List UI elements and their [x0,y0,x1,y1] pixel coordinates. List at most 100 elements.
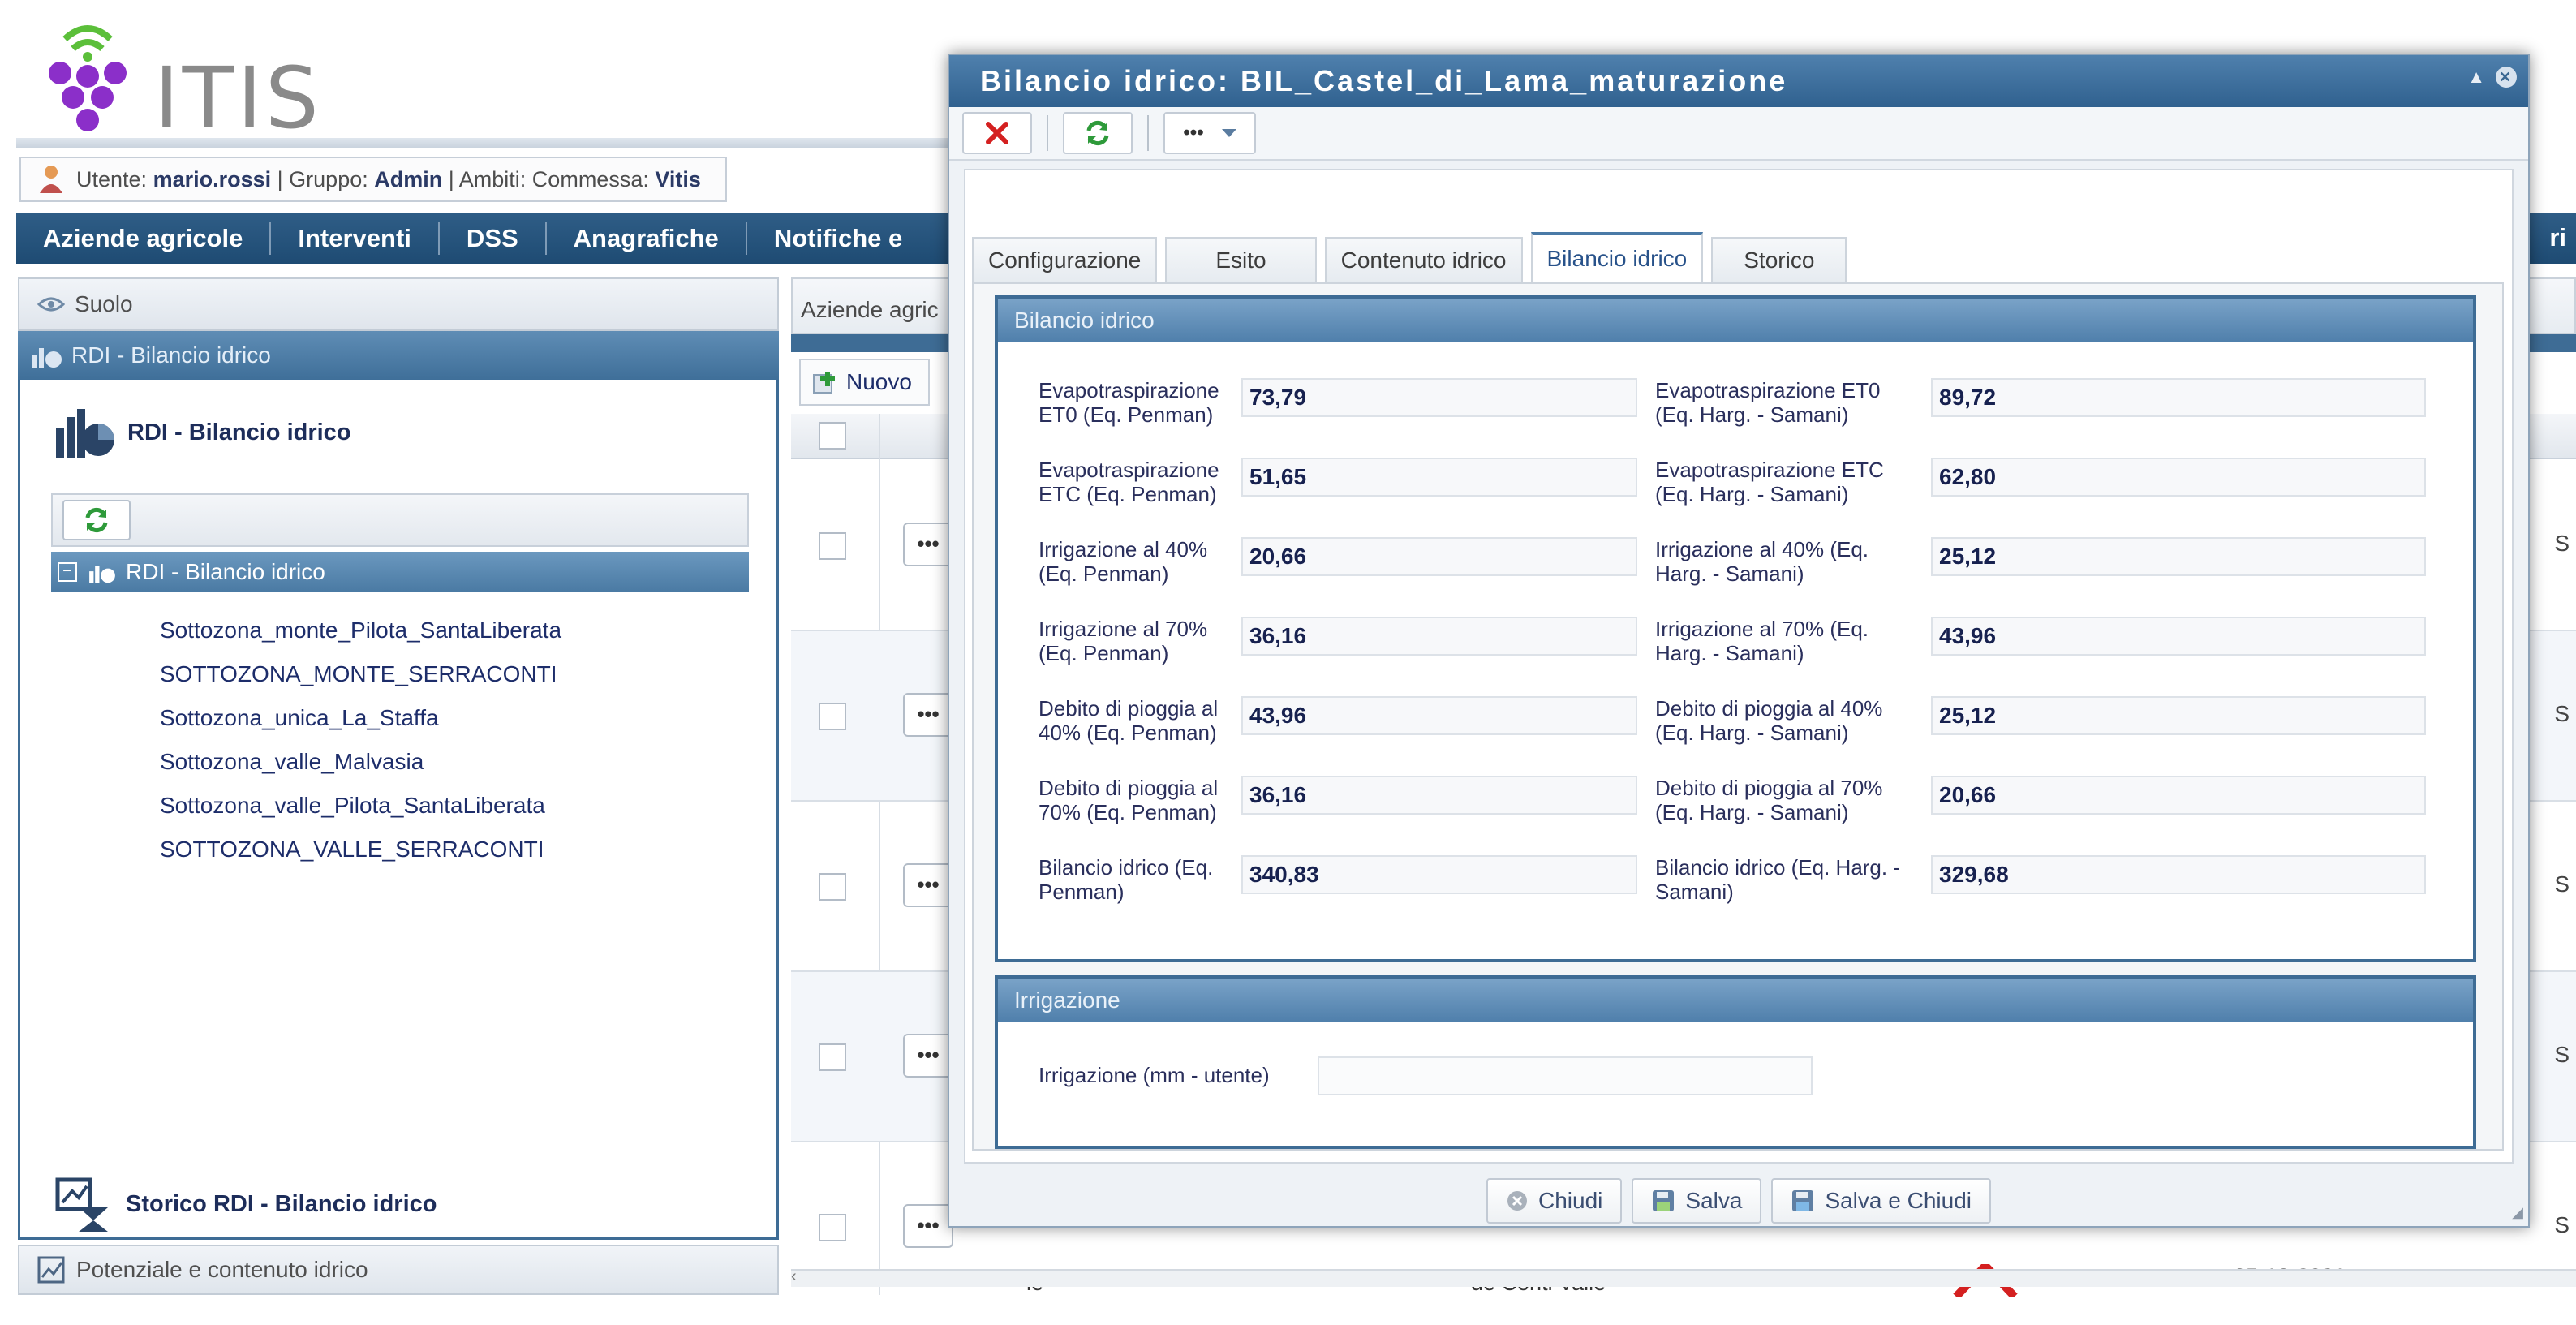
irrigation-70-harg-field[interactable]: 43,96 [1931,617,2426,656]
rain-debt-70-penman-field[interactable]: 36,16 [1241,776,1637,815]
irrigation-fieldset: Irrigazione Irrigazione (mm - utente) [995,975,2476,1149]
nav-notifiche[interactable]: Notifiche e [747,222,929,255]
row-actions-button[interactable]: ••• [903,693,953,737]
row-checkbox[interactable] [819,532,846,560]
history-link[interactable]: Storico RDI - Bilancio idrico [54,1175,437,1233]
horizontal-scrollbar[interactable]: ‹ [791,1267,2576,1287]
tree-item[interactable]: Sottozona_valle_Pilota_SantaLiberata [160,784,561,828]
nav-aziende-agricole[interactable]: Aziende agricole [16,222,272,255]
group-label: | Gruppo: [277,166,368,191]
cell-edge-text: S [2554,871,2570,897]
scope-name: Vitis [655,166,701,191]
left-panel: Suolo RDI - Bilancio idrico RDI - Bilanc… [18,277,779,1295]
field-label: Debito di pioggia al 40% (Eq. Penman) [1039,696,1219,745]
close-window-icon[interactable]: ✕ [2496,67,2517,88]
rain-debt-70-harg-field[interactable]: 20,66 [1931,776,2426,815]
nav-anagrafiche[interactable]: Anagrafiche [547,222,747,255]
et0-harg-samani-field[interactable]: 89,72 [1931,378,2426,417]
row-actions-button[interactable]: ••• [903,863,953,907]
close-button-label: Chiudi [1538,1188,1603,1213]
accordion-potenziale[interactable]: Potenziale e contenuto idrico [18,1245,779,1295]
field-row: Debito di pioggia al 70% (Eq. Penman) 36… [998,769,2473,849]
tree-item[interactable]: SOTTOZONA_VALLE_SERRACONTI [160,828,561,871]
field-row: Evapotraspirazione ET0 (Eq. Penman) 73,7… [998,372,2473,451]
field-label: Evapotraspirazione ETC (Eq. Harg. - Sama… [1655,458,1884,506]
save-button-label: Salva [1685,1188,1743,1213]
header-band [16,138,957,148]
toolbar-separator [1047,115,1048,151]
balance-fieldset-title: Bilancio idrico [998,299,2473,342]
tab-bilancio-idrico[interactable]: Bilancio idrico [1530,232,1704,282]
row-checkbox[interactable] [819,1214,846,1241]
et0-penman-field[interactable]: 73,79 [1241,378,1637,417]
tree-root-node[interactable]: − RDI - Bilancio idrico [51,552,749,592]
nav-interventi[interactable]: Interventi [271,222,440,255]
cancel-circle-icon [1507,1191,1527,1211]
tree-refresh-button[interactable] [62,500,131,540]
scope-label: | Ambiti: Commessa: [448,166,649,191]
irrigation-user-input[interactable] [1318,1056,1813,1095]
save-and-close-button[interactable]: Salva e Chiudi [1771,1178,1991,1224]
tree-item[interactable]: Sottozona_valle_Malvasia [160,740,561,784]
tree-item[interactable]: Sottozona_unica_La_Staffa [160,696,561,740]
tab-configurazione[interactable]: Configurazione [972,237,1158,282]
refresh-button[interactable] [1063,112,1133,154]
field-label: Bilancio idrico (Eq. Harg. - Samani) [1655,855,1900,904]
water-balance-harg-field[interactable]: 329,68 [1931,855,2426,894]
chevron-down-icon [1221,129,1236,137]
accordion-rdi-active[interactable]: RDI - Bilancio idrico [18,331,779,380]
row-actions-button[interactable]: ••• [903,1204,953,1248]
add-icon [813,372,835,394]
irrigation-40-harg-field[interactable]: 25,12 [1931,537,2426,576]
field-label: Bilancio idrico (Eq. Penman) [1039,855,1214,904]
close-button[interactable]: Chiudi [1486,1178,1623,1224]
resize-grip-icon[interactable]: ◢ [2512,1204,2523,1221]
save-button[interactable]: Salva [1632,1178,1762,1224]
etc-penman-field[interactable]: 51,65 [1241,458,1637,497]
minimize-icon[interactable]: ▲ [2467,67,2488,88]
field-label: Irrigazione al 40% (Eq. Penman) [1039,537,1208,586]
balance-fieldset: Bilancio idrico Evapotraspirazione ET0 (… [995,295,2476,962]
tree-toolbar [51,493,749,547]
cell-edge-text: S [2554,1042,2570,1067]
field-label: Debito di pioggia al 70% (Eq. Penman) [1039,776,1219,824]
select-all-checkbox[interactable] [819,422,846,450]
tree-root-label: RDI - Bilancio idrico [126,559,325,584]
accordion-suolo-label: Suolo [75,291,133,316]
row-checkbox[interactable] [819,873,846,901]
water-balance-penman-field[interactable]: 340,83 [1241,855,1637,894]
row-actions-button[interactable]: ••• [903,523,953,566]
tree-item[interactable]: Sottozona_monte_Pilota_SantaLiberata [160,609,561,652]
irrigation-40-penman-field[interactable]: 20,66 [1241,537,1637,576]
tab-contenuto-idrico[interactable]: Contenuto idrico [1324,237,1523,282]
save-and-close-label: Salva e Chiudi [1825,1188,1972,1213]
more-actions-dropdown[interactable]: ••• [1163,112,1256,154]
delete-button[interactable] [962,112,1032,154]
new-button[interactable]: Nuovo [799,359,930,406]
chart-table-icon [37,1256,65,1284]
field-row: Bilancio idrico (Eq. Penman) 340,83 Bila… [998,849,2473,928]
field-row: Irrigazione al 70% (Eq. Penman) 36,16 Ir… [998,610,2473,690]
row-actions-button[interactable]: ••• [903,1034,953,1078]
collapse-icon[interactable]: − [58,562,77,582]
field-label: Debito di pioggia al 40% (Eq. Harg. - Sa… [1655,696,1883,745]
accordion-suolo[interactable]: Suolo [18,277,779,331]
tab-esito[interactable]: Esito [1165,237,1317,282]
irrigation-70-penman-field[interactable]: 36,16 [1241,617,1637,656]
tree-item[interactable]: SOTTOZONA_MONTE_SERRACONTI [160,652,561,696]
grape-wifi-icon [49,25,127,131]
row-checkbox[interactable] [819,703,846,730]
section-title[interactable]: RDI - Bilancio idrico [54,406,351,459]
irrigation-fieldset-title: Irrigazione [998,979,2473,1022]
nav-dss[interactable]: DSS [440,222,547,255]
dialog-titlebar[interactable]: Bilancio idrico: BIL_Castel_di_Lama_matu… [949,55,2528,107]
tab-storico[interactable]: Storico [1711,237,1847,282]
etc-harg-samani-field[interactable]: 62,80 [1931,458,2426,497]
field-label: Evapotraspirazione ET0 (Eq. Harg. - Sama… [1655,378,1881,427]
rain-debt-40-penman-field[interactable]: 43,96 [1241,696,1637,735]
user-label: Utente: [76,166,148,191]
scroll-left-icon[interactable]: ‹ [791,1267,797,1286]
rain-debt-40-harg-field[interactable]: 25,12 [1931,696,2426,735]
row-checkbox[interactable] [819,1043,846,1071]
dialog-toolbar: ••• [949,107,2528,161]
